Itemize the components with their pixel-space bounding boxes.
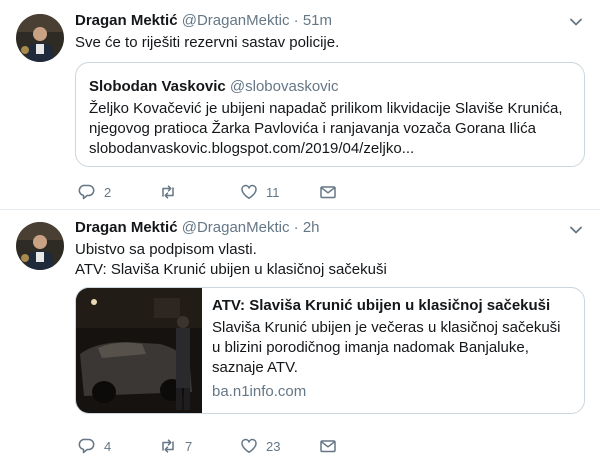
envelope-icon (319, 437, 337, 455)
link-card[interactable]: ATV: Slaviša Krunić ubijen u klasičnoj s… (75, 287, 585, 414)
reply-button[interactable]: 4 (78, 436, 111, 456)
author-handle[interactable]: @DraganMektic (182, 12, 290, 29)
tweet-header: Dragan Mektić @DraganMektic · 51m (75, 11, 332, 31)
quoted-tweet-text: Željko Kovačević je ubijeni napadač pril… (89, 100, 563, 157)
avatar[interactable] (16, 222, 64, 270)
heart-icon (240, 437, 258, 455)
like-count: 11 (266, 184, 280, 200)
separator-dot: · (293, 12, 299, 29)
author-name[interactable]: Dragan Mektić (75, 219, 178, 236)
tweet-text-line: ATV: Slaviša Krunić ubijen u klasičnoj s… (75, 261, 387, 278)
tweet-text: Sve će to riješiti rezervni sastav polic… (75, 34, 340, 51)
quoted-tweet-header: Slobodan Vaskovic @slobovaskovic (89, 77, 339, 97)
card-image (76, 288, 202, 413)
reply-icon (78, 437, 96, 455)
direct-message-button[interactable] (319, 182, 337, 202)
tweet-actions: 2 11 (75, 182, 375, 202)
envelope-icon (319, 183, 337, 201)
card-domain: ba.n1info.com (212, 383, 307, 400)
heart-icon (240, 183, 258, 201)
chevron-down-icon[interactable] (568, 14, 584, 30)
timestamp[interactable]: 51m (303, 12, 332, 29)
tweet-header: Dragan Mektić @DraganMektic · 2h (75, 218, 320, 238)
reply-count: 4 (104, 438, 112, 454)
tweet[interactable]: Dragan Mektić @DraganMektic · 51m Sve će… (0, 0, 600, 209)
retweet-icon (159, 437, 177, 455)
quoted-author-name: Slobodan Vaskovic (89, 78, 226, 95)
avatar[interactable] (16, 14, 64, 62)
card-title: ATV: Slaviša Krunić ubijen u klasičnoj s… (212, 297, 551, 314)
card-content: ATV: Slaviša Krunić ubijen u klasičnoj s… (212, 296, 572, 402)
retweet-count: 7 (185, 438, 193, 454)
like-count: 23 (266, 438, 281, 454)
reply-icon (78, 183, 96, 201)
retweet-button[interactable] (159, 182, 185, 202)
tweet-actions: 4 7 23 (75, 436, 375, 456)
separator-dot: · (293, 219, 299, 236)
quoted-author-handle: @slobovaskovic (229, 78, 339, 95)
reply-count: 2 (104, 184, 112, 200)
like-button[interactable]: 23 (240, 436, 280, 456)
timestamp[interactable]: 2h (303, 219, 320, 236)
chevron-down-icon[interactable] (568, 222, 584, 238)
like-button[interactable]: 11 (240, 182, 280, 202)
tweet-text-line: Ubistvo sa podpisom vlasti. (75, 241, 257, 258)
retweet-button[interactable]: 7 (159, 436, 192, 456)
direct-message-button[interactable] (319, 436, 337, 456)
author-name[interactable]: Dragan Mektić (75, 12, 178, 29)
quoted-tweet[interactable]: Slobodan Vaskovic @slobovaskovic Željko … (75, 62, 585, 167)
card-description: Slaviša Krunić ubijen je večeras u klasi… (212, 319, 561, 376)
tweet-text: Ubistvo sa podpisom vlasti. ATV: Slaviša… (75, 240, 575, 280)
author-handle[interactable]: @DraganMektic (182, 219, 290, 236)
reply-button[interactable]: 2 (78, 182, 111, 202)
retweet-icon (159, 183, 177, 201)
tweet[interactable]: Dragan Mektić @DraganMektic · 2h Ubistvo… (0, 210, 600, 464)
